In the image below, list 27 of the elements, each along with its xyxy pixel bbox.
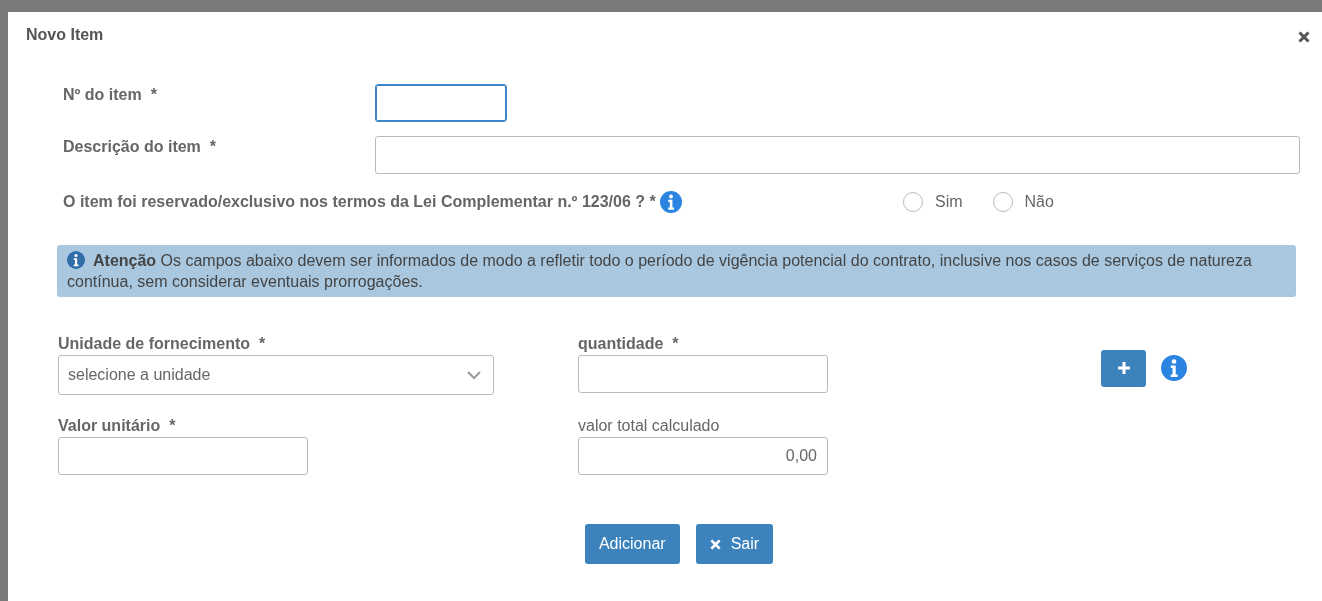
- plus-icon: [1116, 361, 1131, 375]
- field-label: quantidade *: [578, 335, 680, 353]
- info-icon: [67, 251, 85, 269]
- input-field[interactable]: [578, 355, 828, 393]
- unit-dropdown[interactable]: selecione a unidade: [58, 355, 494, 395]
- exit-button[interactable]: Sair: [695, 524, 774, 564]
- add-button[interactable]: Adicionar: [584, 524, 680, 564]
- close-icon: [709, 538, 721, 550]
- info-icon: [1161, 355, 1187, 381]
- input-field[interactable]: [58, 437, 308, 475]
- input-field[interactable]: [375, 136, 1300, 174]
- input-field[interactable]: [375, 84, 507, 122]
- dialog-title: Novo Item: [26, 26, 104, 44]
- radio-label: Não: [1024, 193, 1054, 211]
- field-label: Nº do item *: [63, 85, 158, 104]
- add-button[interactable]: [1101, 349, 1146, 387]
- field-label: Descrição do item *: [63, 137, 217, 156]
- total-field[interactable]: 0,00: [578, 437, 828, 475]
- close-icon[interactable]: [1298, 31, 1310, 43]
- alert-text: Atenção Os campos abaixo devem ser informados de modo a refletir todo o período de vigência potencial do contrato, inclusive nos casos de serviços de natureza contínua, sem considerar eventuais prorrogações.: [67, 250, 1253, 292]
- question-label: O item foi reservado/exclusivo nos termos da Lei Complementar n.º 123/06 ? *: [63, 193, 656, 211]
- field-label: valor total calculado: [578, 417, 721, 435]
- radio-label: Sim: [935, 193, 963, 211]
- info-icon: [659, 191, 682, 213]
- field-label: Unidade de fornecimento *: [58, 335, 267, 353]
- field-label: Valor unitário *: [58, 417, 177, 435]
- chevron-icon: [467, 370, 481, 380]
